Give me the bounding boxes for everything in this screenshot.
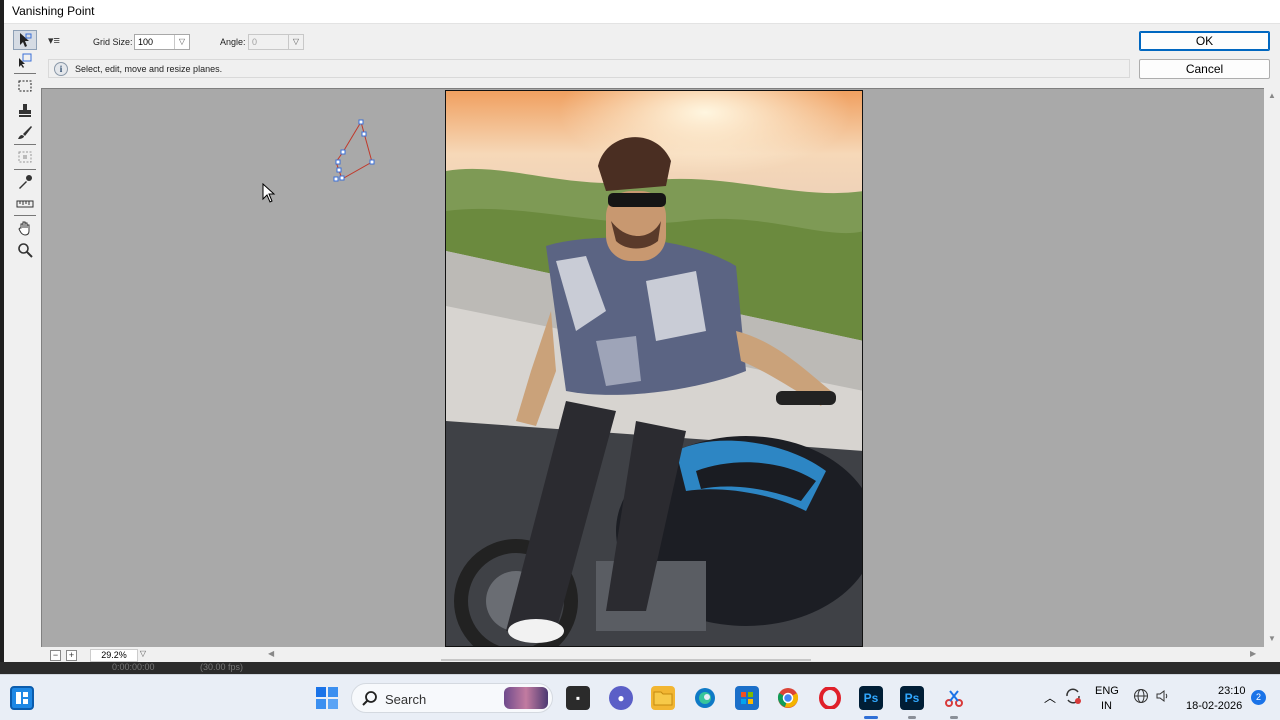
scroll-down-icon[interactable]: ▼ — [1268, 634, 1276, 643]
background-player-strip: 0:00:00:00 (30.00 fps) — [0, 662, 1280, 674]
measure-tool-icon[interactable] — [13, 194, 37, 214]
marquee-tool-icon[interactable] — [13, 76, 37, 96]
tool-separator — [14, 169, 36, 170]
windows-start-icon[interactable] — [315, 686, 339, 710]
chevron-down-icon[interactable]: ▽ — [288, 35, 303, 49]
transform-tool-icon[interactable] — [13, 147, 37, 167]
ok-button[interactable]: OK — [1139, 31, 1270, 51]
search-icon — [362, 690, 378, 706]
chrome-browser-icon[interactable] — [776, 686, 800, 710]
photoshop-icon[interactable]: Ps — [900, 686, 924, 710]
mouse-cursor-icon — [262, 182, 276, 203]
zoom-level[interactable]: 29.2% — [90, 649, 138, 662]
tool-separator — [14, 144, 36, 145]
cancel-button[interactable]: Cancel — [1139, 59, 1270, 79]
language-top[interactable]: ENG — [1095, 685, 1119, 697]
angle-label: Angle: — [220, 37, 246, 47]
zoom-tool-icon[interactable] — [13, 240, 37, 260]
chevron-up-icon[interactable]: ︿ — [1044, 689, 1056, 706]
widgets-icon[interactable] — [10, 686, 34, 710]
search-highlight-art — [504, 687, 548, 709]
zoom-in-button[interactable]: + — [66, 650, 77, 661]
grid-size-value: 100 — [138, 37, 154, 47]
title-bar: Vanishing Point — [4, 0, 1280, 24]
tool-strip — [10, 28, 40, 660]
horizontal-scrollbar[interactable]: ◀ ▶ — [266, 648, 1264, 662]
vertical-scrollbar[interactable]: ▲ ▼ — [1264, 88, 1280, 647]
options-menu-icon[interactable]: ▾≡ — [48, 34, 66, 48]
eyedropper-tool-icon[interactable] — [13, 172, 37, 192]
language-bottom[interactable]: IN — [1101, 700, 1112, 712]
meet-chat-icon[interactable]: ● — [609, 686, 633, 710]
active-app-indicator — [864, 716, 878, 719]
file-explorer-icon[interactable] — [651, 686, 675, 710]
zoom-out-button[interactable]: − — [50, 650, 61, 661]
chevron-down-icon[interactable]: ▽ — [137, 649, 149, 662]
angle-combo[interactable]: 0 ▽ — [248, 34, 304, 50]
stamp-tool-icon[interactable] — [13, 100, 37, 120]
search-label: Search — [385, 692, 427, 707]
background-timecode: 0:00:00:00 — [112, 662, 155, 672]
photoshop-icon[interactable]: Ps — [859, 686, 883, 710]
vanishing-point-dialog: Vanishing Point ▾≡ Grid Size: 100 ▽ Angl… — [4, 0, 1280, 666]
info-bar: i Select, edit, move and resize planes. — [48, 59, 1130, 78]
dialog-title: Vanishing Point — [12, 4, 95, 18]
scroll-thumb[interactable] — [441, 659, 811, 661]
store-icon[interactable] — [735, 686, 759, 710]
clock-time[interactable]: 23:10 — [1218, 685, 1246, 697]
grid-size-label: Grid Size: — [93, 37, 133, 47]
clock-date[interactable]: 18-02-2026 — [1186, 700, 1242, 712]
task-view-icon[interactable]: ▪ — [566, 686, 590, 710]
edge-browser-icon[interactable] — [693, 686, 717, 710]
taskbar: Search ▪ ● Ps Ps ︿ ENG IN 23:10 18-02-20… — [0, 674, 1280, 720]
network-globe-icon[interactable] — [1133, 688, 1149, 707]
volume-icon[interactable] — [1155, 688, 1171, 707]
tool-separator — [14, 73, 36, 74]
scroll-left-icon[interactable]: ◀ — [268, 649, 274, 658]
open-app-indicator — [908, 716, 916, 719]
info-message: Select, edit, move and resize planes. — [75, 64, 223, 74]
info-icon: i — [54, 62, 68, 76]
taskbar-search[interactable]: Search — [351, 683, 553, 713]
status-bar: − + 29.2% ▽ — [41, 648, 266, 662]
create-plane-tool-icon[interactable] — [13, 50, 37, 70]
hand-tool-icon[interactable] — [13, 218, 37, 238]
preview-image[interactable] — [445, 90, 863, 647]
notification-badge[interactable]: 2 — [1251, 690, 1266, 705]
background-fps: (30.00 fps) — [200, 662, 244, 672]
chevron-down-icon[interactable]: ▽ — [174, 35, 189, 49]
perspective-plane[interactable] — [326, 114, 382, 188]
snipping-tool-icon[interactable] — [942, 686, 966, 710]
tool-separator — [14, 215, 36, 216]
angle-value: 0 — [252, 37, 258, 47]
edit-plane-tool-icon[interactable] — [13, 30, 37, 50]
scroll-right-icon[interactable]: ▶ — [1250, 649, 1256, 658]
open-app-indicator — [950, 716, 958, 719]
opera-browser-icon[interactable] — [818, 686, 842, 710]
scroll-up-icon[interactable]: ▲ — [1268, 91, 1276, 100]
sync-status-icon[interactable] — [1064, 687, 1082, 708]
brush-tool-icon[interactable] — [13, 122, 37, 142]
grid-size-combo[interactable]: 100 ▽ — [134, 34, 190, 50]
